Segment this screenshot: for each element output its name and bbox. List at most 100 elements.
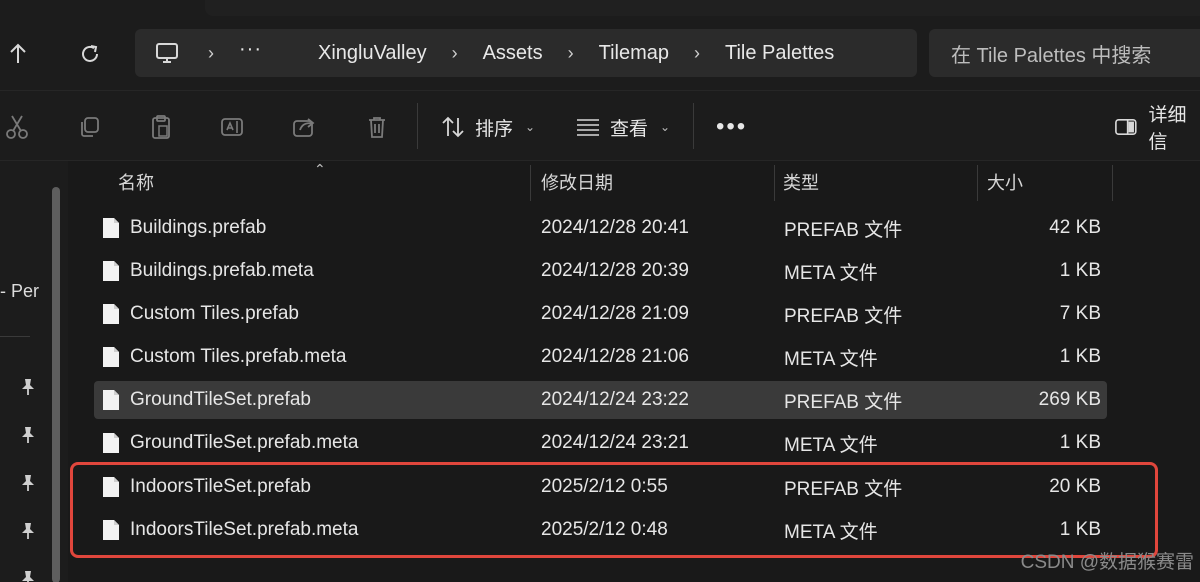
file-size: 1 KB bbox=[1059, 432, 1101, 453]
rename-icon[interactable] bbox=[218, 112, 248, 142]
up-arrow-icon[interactable] bbox=[0, 36, 36, 72]
watermark: CSDN @数据猴赛雷 bbox=[1020, 552, 1194, 573]
file-row[interactable]: Buildings.prefab.meta 2024/12/28 20:39 M… bbox=[94, 252, 1107, 290]
command-bar: 排序 ⌄ 查看 ⌄ ••• 详细信 bbox=[0, 90, 1200, 160]
file-name: Buildings.prefab bbox=[130, 217, 267, 238]
cut-icon[interactable] bbox=[2, 112, 32, 142]
column-header-date[interactable]: 修改日期 bbox=[541, 161, 613, 203]
sort-icon bbox=[442, 116, 464, 138]
column-header-type[interactable]: 类型 bbox=[783, 161, 819, 203]
file-size: 20 KB bbox=[1049, 476, 1101, 497]
file-icon bbox=[103, 390, 119, 410]
breadcrumb-item[interactable]: XingluValley bbox=[310, 42, 435, 65]
file-icon bbox=[103, 218, 119, 238]
column-header-row: ⌃ 名称 修改日期 类型 大小 bbox=[68, 161, 1200, 203]
view-button[interactable]: 查看 ⌄ bbox=[576, 112, 670, 142]
column-divider[interactable] bbox=[530, 165, 531, 201]
pin-icon[interactable] bbox=[18, 521, 38, 541]
nav-pane-partial-label[interactable]: - Per bbox=[0, 281, 39, 302]
file-row[interactable]: Buildings.prefab 2024/12/28 20:41 PREFAB… bbox=[94, 209, 1107, 247]
file-type: PREFAB 文件 bbox=[784, 305, 903, 327]
navigation-bar: › ··· XingluValley › Assets › Tilemap › … bbox=[0, 18, 1200, 90]
breadcrumb-item[interactable]: Assets bbox=[475, 42, 551, 65]
breadcrumb-item[interactable]: Tile Palettes bbox=[717, 42, 842, 65]
file-type: META 文件 bbox=[784, 348, 878, 370]
address-bar[interactable]: › ··· XingluValley › Assets › Tilemap › … bbox=[135, 29, 917, 77]
nav-pane-divider bbox=[0, 336, 30, 337]
pin-icon[interactable] bbox=[18, 569, 38, 582]
toolbar-divider bbox=[693, 103, 694, 149]
more-options-icon[interactable]: ••• bbox=[716, 113, 747, 141]
column-divider[interactable] bbox=[1112, 165, 1113, 201]
file-name: IndoorsTileSet.prefab.meta bbox=[130, 519, 359, 540]
file-size: 1 KB bbox=[1059, 346, 1101, 367]
file-size: 42 KB bbox=[1049, 217, 1101, 238]
column-divider[interactable] bbox=[774, 165, 775, 201]
file-icon bbox=[103, 433, 119, 453]
pin-icon[interactable] bbox=[18, 473, 38, 493]
file-type: PREFAB 文件 bbox=[784, 219, 903, 241]
file-row[interactable]: IndoorsTileSet.prefab.meta 2025/2/12 0:4… bbox=[94, 511, 1107, 549]
file-size: 7 KB bbox=[1059, 303, 1101, 324]
breadcrumb-item[interactable]: Tilemap bbox=[591, 42, 677, 65]
chevron-right-icon[interactable]: › bbox=[191, 43, 231, 64]
file-date: 2024/12/28 21:09 bbox=[541, 303, 689, 324]
file-name: IndoorsTileSet.prefab bbox=[130, 476, 311, 497]
navigation-pane: - Per bbox=[0, 160, 68, 582]
chevron-down-icon: ⌄ bbox=[660, 120, 671, 134]
file-row[interactable]: GroundTileSet.prefab.meta 2024/12/24 23:… bbox=[94, 424, 1107, 462]
file-list: ⌃ 名称 修改日期 类型 大小 Buildings.prefab 2024/12… bbox=[68, 160, 1200, 582]
paste-icon[interactable] bbox=[146, 112, 176, 142]
column-divider[interactable] bbox=[977, 165, 978, 201]
file-icon bbox=[103, 347, 119, 367]
file-row-selected[interactable]: GroundTileSet.prefab 2024/12/24 23:22 PR… bbox=[94, 381, 1107, 419]
search-input[interactable]: 在 Tile Palettes 中搜索 bbox=[929, 29, 1200, 77]
details-pane-button[interactable]: 详细信 bbox=[1115, 105, 1200, 153]
file-name: GroundTileSet.prefab bbox=[130, 389, 311, 410]
file-row[interactable]: IndoorsTileSet.prefab 2025/2/12 0:55 PRE… bbox=[94, 468, 1107, 506]
column-header-name[interactable]: 名称 bbox=[118, 161, 154, 203]
file-icon bbox=[103, 520, 119, 540]
file-date: 2025/2/12 0:55 bbox=[541, 476, 668, 497]
nav-pane-scrollbar[interactable] bbox=[52, 187, 60, 582]
file-row[interactable]: Custom Tiles.prefab.meta 2024/12/28 21:0… bbox=[94, 338, 1107, 376]
file-type: META 文件 bbox=[784, 434, 878, 456]
refresh-icon[interactable] bbox=[72, 36, 108, 72]
column-header-size[interactable]: 大小 bbox=[987, 161, 1023, 203]
file-date: 2025/2/12 0:48 bbox=[541, 519, 668, 540]
chevron-down-icon: ⌄ bbox=[525, 120, 536, 134]
file-size: 1 KB bbox=[1059, 519, 1101, 540]
sort-ascending-icon: ⌃ bbox=[314, 161, 326, 177]
pin-icon[interactable] bbox=[18, 425, 38, 445]
file-date: 2024/12/28 20:39 bbox=[541, 260, 689, 281]
delete-icon[interactable] bbox=[362, 112, 392, 142]
chevron-right-icon[interactable]: › bbox=[551, 43, 591, 64]
file-name: Buildings.prefab.meta bbox=[130, 260, 314, 281]
breadcrumb-overflow[interactable]: ··· bbox=[231, 38, 270, 69]
file-type: META 文件 bbox=[784, 521, 878, 543]
file-icon bbox=[103, 304, 119, 324]
file-size: 269 KB bbox=[1038, 389, 1101, 410]
sort-button[interactable]: 排序 ⌄ bbox=[441, 112, 535, 142]
file-date: 2024/12/24 23:22 bbox=[541, 389, 689, 410]
file-type: META 文件 bbox=[784, 262, 878, 284]
share-icon[interactable] bbox=[290, 112, 320, 142]
toolbar-divider bbox=[417, 103, 418, 149]
file-row[interactable]: Custom Tiles.prefab 2024/12/28 21:09 PRE… bbox=[94, 295, 1107, 333]
file-icon bbox=[103, 477, 119, 497]
file-name: Custom Tiles.prefab bbox=[130, 303, 299, 324]
chevron-right-icon[interactable]: › bbox=[677, 43, 717, 64]
file-type: PREFAB 文件 bbox=[784, 478, 903, 500]
sort-label: 排序 bbox=[475, 118, 514, 140]
pin-icon[interactable] bbox=[18, 377, 38, 397]
file-date: 2024/12/24 23:21 bbox=[541, 432, 689, 453]
view-label: 查看 bbox=[610, 118, 649, 140]
copy-icon[interactable] bbox=[74, 112, 104, 142]
list-view-icon bbox=[577, 119, 599, 136]
tab-edge bbox=[205, 0, 1200, 16]
file-name: Custom Tiles.prefab.meta bbox=[130, 346, 347, 367]
computer-icon[interactable] bbox=[143, 29, 191, 77]
details-label: 详细信 bbox=[1148, 105, 1187, 153]
chevron-right-icon[interactable]: › bbox=[435, 43, 475, 64]
file-date: 2024/12/28 21:06 bbox=[541, 346, 689, 367]
